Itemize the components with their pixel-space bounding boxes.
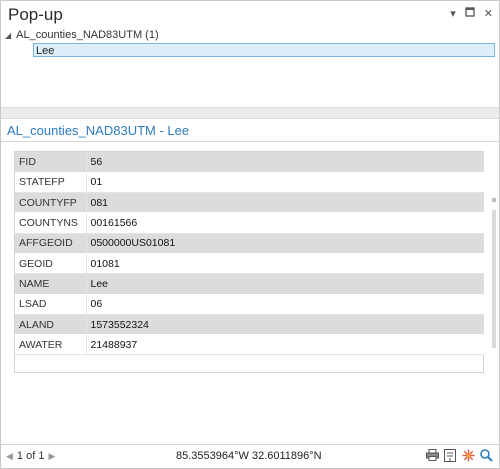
- tree-feature-node-selected[interactable]: Lee: [33, 43, 495, 57]
- pane-titlebar: Pop-up ▾ ✕: [1, 1, 499, 27]
- field-name: STATEFP: [15, 172, 87, 194]
- field-name: COUNTYFP: [15, 192, 87, 214]
- field-name: COUNTYNS: [15, 212, 87, 234]
- previous-feature-icon[interactable]: ◀: [6, 451, 13, 462]
- print-icon[interactable]: [425, 448, 439, 462]
- flash-icon[interactable]: [461, 448, 475, 462]
- field-name: NAME: [15, 273, 87, 295]
- attribute-table: FID 56 STATEFP 01 COUNTYFP 081 COUNTYNS 0016156…: [15, 152, 484, 356]
- field-value: 0500000US01081: [86, 233, 484, 254]
- page-indicator: 1 of 1: [16, 450, 45, 462]
- vertical-scrollbar[interactable]: [490, 142, 498, 444]
- footer-toolbar: [425, 448, 493, 462]
- attribute-row-affgeoid: AFFGEOID 0500000US01081: [15, 233, 484, 254]
- coordinates-readout: 85.3553964°W 32.6011896°N: [176, 450, 322, 462]
- field-value: 06: [86, 294, 484, 315]
- tree-layer-label: AL_counties_NAD83UTM (1): [16, 29, 159, 41]
- attribute-row-geoid: GEOID 01081: [15, 253, 484, 275]
- field-value: 00161566: [86, 212, 484, 234]
- feature-tree: ◢ AL_counties_NAD83UTM (1) Lee: [1, 27, 499, 107]
- header-divider: [1, 141, 499, 142]
- options-dropdown-icon[interactable]: ▾: [450, 8, 456, 20]
- scroll-up-marker[interactable]: [492, 198, 496, 202]
- attribute-row-countyns: COUNTYNS 00161566: [15, 212, 484, 234]
- field-value: Lee: [86, 273, 484, 295]
- field-value: 01: [86, 172, 484, 194]
- attribute-row-fid: FID 56: [15, 152, 484, 173]
- field-name: AFFGEOID: [15, 233, 87, 254]
- field-name: AWATER: [15, 334, 87, 356]
- scrollbar-thumb[interactable]: [492, 210, 496, 348]
- field-name: FID: [15, 152, 87, 173]
- field-name: ALAND: [15, 314, 87, 336]
- attribute-row-awater: AWATER 21488937: [15, 334, 484, 356]
- field-value: 01081: [86, 253, 484, 275]
- pane-splitter[interactable]: [1, 107, 499, 119]
- attribute-row-lsad: LSAD 06: [15, 294, 484, 315]
- feature-navigator: ◀ 1 of 1 ▶: [6, 450, 55, 462]
- pane-title: Pop-up: [8, 5, 63, 24]
- popup-footer: ◀ 1 of 1 ▶ 85.3553964°W 32.6011896°N: [1, 445, 499, 468]
- field-value: 21488937: [86, 334, 484, 356]
- maximize-icon[interactable]: [465, 7, 475, 20]
- export-icon[interactable]: [443, 448, 457, 462]
- field-value: 081: [86, 192, 484, 214]
- collapse-triangle-icon[interactable]: ◢: [5, 31, 11, 40]
- popup-pane: Pop-up ▾ ✕ ◢ AL_counties_NAD83UTM (1) Le…: [0, 0, 500, 469]
- tree-layer-node[interactable]: ◢ AL_counties_NAD83UTM (1): [5, 29, 159, 41]
- field-name: GEOID: [15, 253, 87, 275]
- next-feature-icon[interactable]: ▶: [48, 451, 55, 462]
- field-name: LSAD: [15, 294, 87, 315]
- attribute-row-aland: ALAND 1573552324: [15, 314, 484, 336]
- window-buttons: ▾ ✕: [450, 7, 493, 20]
- attribute-row-countyfp: COUNTYFP 081: [15, 192, 484, 214]
- popup-header-title: AL_counties_NAD83UTM - Lee: [7, 123, 190, 138]
- field-value: 56: [86, 152, 484, 173]
- attribute-row-name: NAME Lee: [15, 273, 484, 295]
- zoom-to-icon[interactable]: [479, 448, 493, 462]
- close-icon[interactable]: ✕: [484, 8, 493, 20]
- attribute-row-statefp: STATEFP 01: [15, 172, 484, 194]
- field-value: 1573552324: [86, 314, 484, 336]
